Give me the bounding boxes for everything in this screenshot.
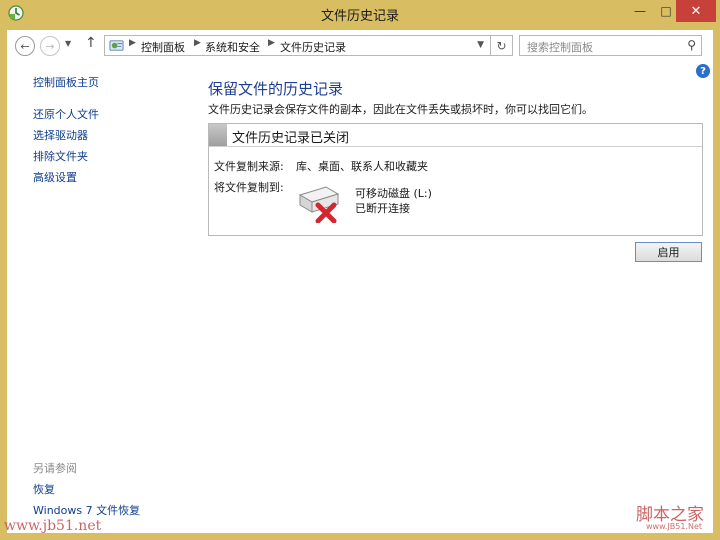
sidebar-item-exclude-folders[interactable]: 排除文件夹 <box>33 148 88 164</box>
drive-name: 可移动磁盘 (L:) <box>355 187 432 200</box>
drive-status: 已断开连接 <box>355 202 410 215</box>
chevron-down-icon[interactable]: ▼ <box>477 40 484 50</box>
sidebar-item-advanced-settings[interactable]: 高级设置 <box>33 169 77 185</box>
navigation-bar: ← → ▼ ↑ ▶ 控制面板 ▶ 系统和安全 ▶ 文件历史记录 ▼ ↻ 搜索控制… <box>7 30 713 62</box>
close-button[interactable]: ✕ <box>676 0 716 22</box>
file-history-window: 文件历史记录 — □ ✕ ← → ▼ ↑ ▶ 控制面板 ▶ 系统和安全 ▶ 文件… <box>0 0 720 540</box>
breadcrumb-system-security[interactable]: 系统和安全 <box>205 39 260 55</box>
up-button[interactable]: ↑ <box>85 35 97 51</box>
sidebar-item-restore-files[interactable]: 还原个人文件 <box>33 106 99 122</box>
see-also-recovery-link[interactable]: 恢复 <box>33 481 55 497</box>
watermark-left: www.jb51.net <box>4 518 102 534</box>
refresh-icon: ↻ <box>496 38 507 53</box>
refresh-button[interactable]: ↻ <box>491 35 513 56</box>
minimize-button[interactable]: — <box>626 0 654 22</box>
watermark-right-url: www.JB51.Net <box>646 522 703 531</box>
breadcrumb-separator[interactable]: ▶ <box>268 38 275 48</box>
status-title: 文件历史记录已关闭 <box>232 131 350 146</box>
breadcrumb-separator[interactable]: ▶ <box>194 38 201 48</box>
source-label: 文件复制来源: <box>214 160 284 173</box>
back-button[interactable]: ← <box>15 36 35 56</box>
address-bar[interactable]: ▶ 控制面板 ▶ 系统和安全 ▶ 文件历史记录 ▼ <box>104 35 491 56</box>
enable-button[interactable]: 启用 <box>635 242 702 262</box>
removable-drive-icon <box>298 186 340 223</box>
status-header: 文件历史记录已关闭 <box>209 124 702 147</box>
window-client-area: ← → ▼ ↑ ▶ 控制面板 ▶ 系统和安全 ▶ 文件历史记录 ▼ ↻ 搜索控制… <box>7 30 713 533</box>
breadcrumb-control-panel[interactable]: 控制面板 <box>141 39 185 55</box>
help-icon[interactable]: ? <box>696 64 710 78</box>
status-indicator-bar <box>209 124 227 146</box>
title-bar[interactable]: 文件历史记录 — □ ✕ <box>0 0 720 30</box>
back-arrow-icon: ← <box>20 39 30 53</box>
search-icon[interactable]: ⚲ <box>687 38 696 52</box>
sidebar-item-select-drive[interactable]: 选择驱动器 <box>33 127 88 143</box>
source-value: 库、桌面、联系人和收藏夹 <box>296 160 428 173</box>
forward-button[interactable]: → <box>40 36 60 56</box>
forward-arrow-icon: → <box>45 39 55 53</box>
window-title: 文件历史记录 <box>320 9 399 24</box>
recent-locations-button[interactable]: ▼ <box>65 39 71 48</box>
breadcrumb-separator[interactable]: ▶ <box>129 38 136 48</box>
page-title: 保留文件的历史记录 <box>208 80 344 98</box>
page-description: 文件历史记录会保存文件的副本，因此在文件丢失或损坏时，你可以找回它们。 <box>208 103 593 116</box>
see-also-caption: 另请参阅 <box>33 462 77 475</box>
control-panel-home-link[interactable]: 控制面板主页 <box>33 74 99 90</box>
left-navigation-pane: 控制面板主页 还原个人文件 选择驱动器 排除文件夹 高级设置 另请参阅 恢复 W… <box>7 62 192 533</box>
breadcrumb-file-history[interactable]: 文件历史记录 <box>280 39 346 55</box>
see-also-windows7-recovery-link[interactable]: Windows 7 文件恢复 <box>33 502 140 518</box>
control-panel-icon <box>109 40 124 51</box>
search-placeholder: 搜索控制面板 <box>527 41 593 54</box>
search-input[interactable]: 搜索控制面板 ⚲ <box>519 35 702 56</box>
status-panel: 文件历史记录已关闭 文件复制来源: 库、桌面、联系人和收藏夹 将文件复制到: 可… <box>208 123 703 236</box>
target-label: 将文件复制到: <box>214 181 284 194</box>
